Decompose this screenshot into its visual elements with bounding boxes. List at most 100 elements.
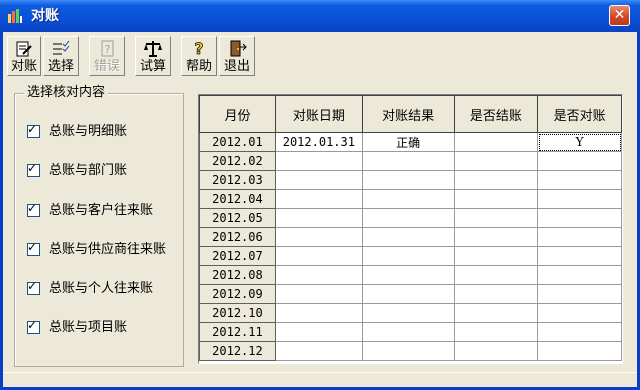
table-cell[interactable]	[537, 208, 622, 228]
table-row[interactable]: 2012.09	[199, 284, 622, 304]
table-cell[interactable]	[274, 246, 363, 266]
table-cell[interactable]	[361, 227, 455, 247]
table-cell[interactable]	[453, 132, 539, 152]
check-icon: ✓	[27, 279, 38, 293]
table-cell[interactable]	[361, 151, 455, 171]
table-cell[interactable]	[453, 265, 539, 285]
checkbox[interactable]: ✓	[27, 201, 40, 217]
table-row[interactable]: 2012.01 2012.01.31 正确 Y	[199, 132, 622, 152]
column-header[interactable]: 是否对账	[537, 95, 622, 133]
select-button-label: 选择	[47, 59, 74, 74]
trial-balance-button[interactable]: 试算	[135, 36, 171, 76]
table-cell[interactable]	[453, 189, 539, 209]
column-header[interactable]: 对账日期	[274, 95, 363, 133]
checkbox[interactable]: ✓	[27, 279, 40, 295]
table-cell[interactable]	[361, 322, 455, 342]
month-cell[interactable]: 2012.10	[199, 303, 276, 323]
table-cell[interactable]	[361, 170, 455, 190]
option-ledger-supplier[interactable]: ✓ 总账与供应商往来账	[27, 240, 166, 258]
option-ledger-customer[interactable]: ✓ 总账与客户往来账	[27, 201, 153, 219]
reconcile-button[interactable]: 对账	[7, 36, 41, 76]
svg-text:?: ?	[105, 43, 111, 56]
month-cell[interactable]: 2012.09	[199, 284, 276, 304]
month-cell[interactable]: 2012.12	[199, 341, 276, 361]
table-row[interactable]: 2012.10	[199, 303, 622, 323]
table-cell[interactable]	[361, 208, 455, 228]
table-cell[interactable]	[453, 284, 539, 304]
table-cell[interactable]	[274, 265, 363, 285]
column-header[interactable]: 月份	[199, 95, 276, 133]
title-bar[interactable]: 对账 ✕	[0, 0, 640, 32]
table-cell[interactable]	[453, 246, 539, 266]
table-cell[interactable]	[453, 322, 539, 342]
option-ledger-department[interactable]: ✓ 总账与部门账	[27, 161, 127, 179]
table-row[interactable]: 2012.07	[199, 246, 622, 266]
table-cell[interactable]	[453, 151, 539, 171]
exit-button[interactable]: 退出	[219, 36, 255, 76]
month-cell[interactable]: 2012.06	[199, 227, 276, 247]
table-row[interactable]: 2012.05	[199, 208, 622, 228]
table-cell[interactable]	[361, 303, 455, 323]
month-cell[interactable]: 2012.11	[199, 322, 276, 342]
checkbox[interactable]: ✓	[27, 161, 40, 177]
month-cell[interactable]: 2012.01	[199, 132, 276, 152]
option-ledger-personal[interactable]: ✓ 总账与个人往来账	[27, 279, 153, 297]
table-row[interactable]: 2012.11	[199, 322, 622, 342]
table-cell[interactable]	[453, 303, 539, 323]
table-cell[interactable]	[537, 170, 622, 190]
table-row[interactable]: 2012.06	[199, 227, 622, 247]
table-cell[interactable]	[361, 341, 455, 361]
table-cell[interactable]	[537, 322, 622, 342]
table-cell[interactable]	[361, 284, 455, 304]
table-cell[interactable]	[361, 189, 455, 209]
select-button[interactable]: 选择	[43, 36, 79, 76]
month-cell[interactable]: 2012.04	[199, 189, 276, 209]
option-ledger-project[interactable]: ✓ 总账与项目账	[27, 318, 127, 336]
help-button[interactable]: ? 帮助	[181, 36, 217, 76]
table-cell[interactable]	[274, 170, 363, 190]
close-button[interactable]: ✕	[609, 5, 630, 26]
table-row[interactable]: 2012.02	[199, 151, 622, 171]
table-cell[interactable]: Y	[537, 132, 622, 152]
table-cell[interactable]	[537, 246, 622, 266]
table-cell[interactable]	[537, 341, 622, 361]
table-cell[interactable]	[537, 265, 622, 285]
table-cell[interactable]	[453, 208, 539, 228]
checkbox[interactable]: ✓	[27, 240, 40, 256]
month-cell[interactable]: 2012.03	[199, 170, 276, 190]
table-cell[interactable]	[274, 341, 363, 361]
month-cell[interactable]: 2012.02	[199, 151, 276, 171]
table-cell[interactable]	[274, 189, 363, 209]
table-cell[interactable]	[274, 322, 363, 342]
month-cell[interactable]: 2012.07	[199, 246, 276, 266]
table-cell[interactable]	[453, 227, 539, 247]
checkbox[interactable]: ✓	[27, 318, 40, 334]
table-cell[interactable]	[274, 227, 363, 247]
table-cell[interactable]	[274, 151, 363, 171]
table-cell[interactable]	[361, 246, 455, 266]
table-cell[interactable]	[361, 265, 455, 285]
table-cell[interactable]	[453, 341, 539, 361]
table-cell[interactable]	[274, 208, 363, 228]
column-header[interactable]: 对账结果	[361, 95, 455, 133]
table-cell[interactable]	[537, 284, 622, 304]
table-cell[interactable]	[537, 303, 622, 323]
table-cell[interactable]	[537, 227, 622, 247]
table-cell[interactable]	[537, 151, 622, 171]
table-row[interactable]: 2012.03	[199, 170, 622, 190]
table-cell[interactable]	[274, 303, 363, 323]
table-cell[interactable]	[537, 189, 622, 209]
table-cell[interactable]	[274, 284, 363, 304]
table-row[interactable]: 2012.04	[199, 189, 622, 209]
column-header[interactable]: 是否结账	[453, 95, 539, 133]
month-cell[interactable]: 2012.08	[199, 265, 276, 285]
option-ledger-detail[interactable]: ✓ 总账与明细账	[27, 122, 127, 140]
table-cell[interactable]	[453, 170, 539, 190]
table-cell[interactable]: 2012.01.31	[274, 132, 363, 152]
error-button[interactable]: ? 错误	[89, 36, 125, 76]
month-cell[interactable]: 2012.05	[199, 208, 276, 228]
table-cell[interactable]: 正确	[361, 132, 455, 152]
table-row[interactable]: 2012.08	[199, 265, 622, 285]
table-row[interactable]: 2012.12	[199, 341, 622, 361]
checkbox[interactable]: ✓	[27, 122, 40, 138]
